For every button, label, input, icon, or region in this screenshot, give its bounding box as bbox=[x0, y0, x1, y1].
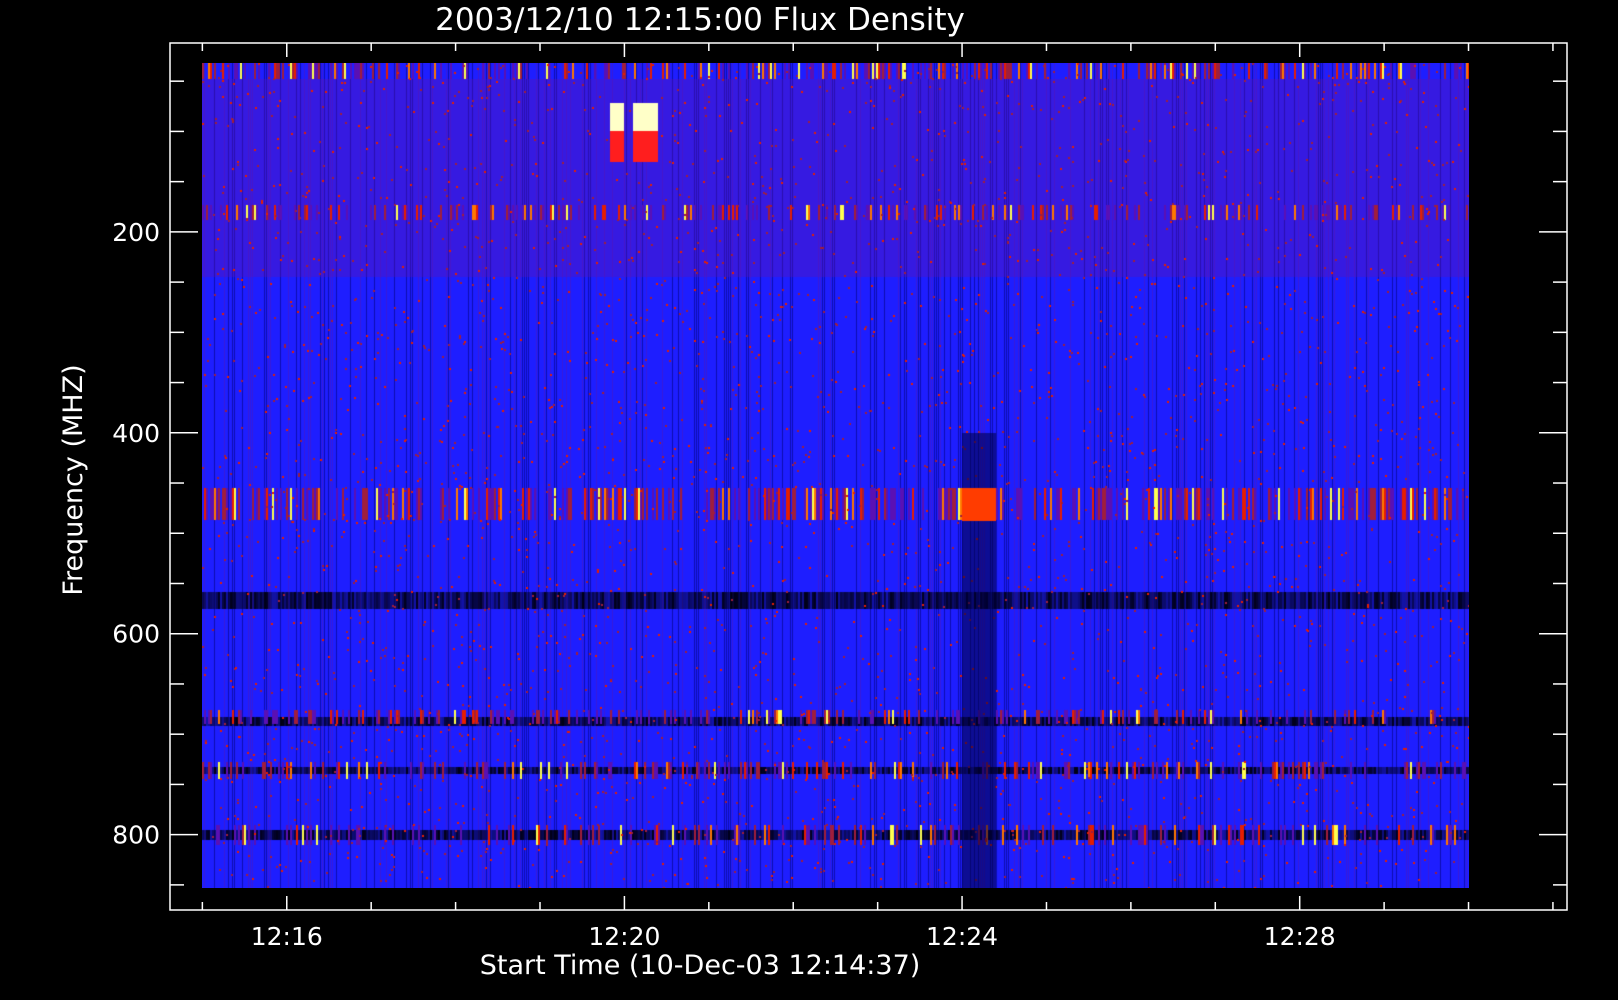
y-tick-label: 400 bbox=[112, 419, 160, 448]
y-tick-label: 800 bbox=[112, 821, 160, 850]
y-axis-label: Frequency (MHZ) bbox=[58, 364, 89, 595]
y-tick-label: 600 bbox=[112, 620, 160, 649]
spectrogram-heatmap bbox=[202, 63, 1469, 888]
spectrogram-image bbox=[202, 63, 1469, 888]
spectrogram-chart: 2003/12/10 12:15:00 Flux Density 12:16 12… bbox=[58, 2, 1568, 981]
x-axis-label: Start Time (10-Dec-03 12:14:37) bbox=[480, 950, 921, 981]
x-tick-label: 12:24 bbox=[926, 922, 998, 951]
x-tick-label: 12:16 bbox=[251, 922, 323, 951]
x-tick-label: 12:20 bbox=[588, 922, 660, 951]
x-tick-label: 12:28 bbox=[1264, 922, 1336, 951]
y-tick-label: 200 bbox=[112, 218, 160, 247]
chart-title: 2003/12/10 12:15:00 Flux Density bbox=[435, 2, 965, 38]
